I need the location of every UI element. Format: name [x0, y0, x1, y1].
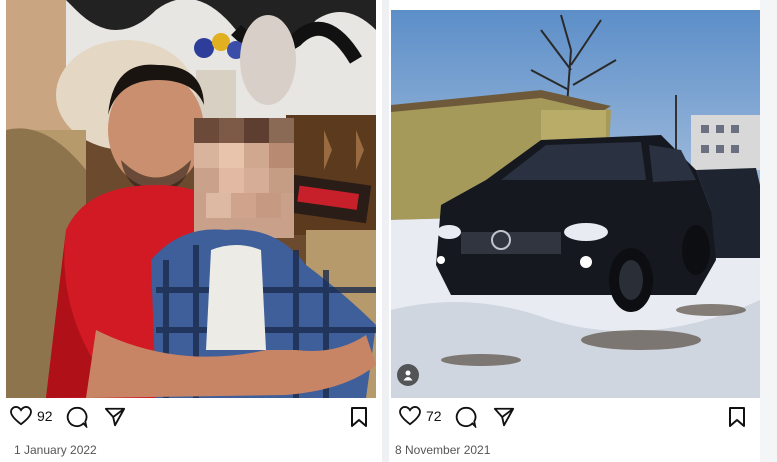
man-with-child-illustration [6, 0, 376, 398]
save-action[interactable] [728, 406, 746, 428]
user-tag-icon [403, 370, 413, 381]
post-card-2: 72 8 November 2021 [389, 0, 760, 462]
save-action[interactable] [350, 406, 368, 428]
user-tag-badge[interactable] [397, 364, 419, 386]
like-count: 72 [426, 408, 442, 424]
like-count: 92 [37, 408, 53, 424]
bookmark-icon[interactable] [350, 406, 368, 428]
post-actions: 72 [399, 406, 746, 436]
send-paper-plane-icon[interactable] [104, 406, 126, 428]
comment-bubble-icon[interactable] [455, 406, 477, 428]
like-action[interactable]: 92 [10, 406, 53, 426]
heart-icon[interactable] [10, 406, 32, 426]
post-gap [382, 0, 389, 462]
post-photo[interactable] [6, 0, 376, 398]
right-edge-strip [760, 0, 777, 462]
like-action[interactable]: 72 [399, 406, 442, 426]
post-date: 1 January 2022 [14, 443, 97, 457]
heart-icon[interactable] [399, 406, 421, 426]
bookmark-icon[interactable] [728, 406, 746, 428]
post-date: 8 November 2021 [395, 443, 491, 457]
comment-bubble-icon[interactable] [66, 406, 88, 428]
comment-action[interactable] [455, 406, 477, 428]
share-action[interactable] [493, 406, 515, 428]
share-action[interactable] [104, 406, 126, 428]
black-suv-snow-illustration [391, 10, 760, 398]
post-actions: 92 [10, 406, 368, 436]
post-photo[interactable] [391, 10, 760, 398]
comment-action[interactable] [66, 406, 88, 428]
post-card-1: 92 1 January 2022 [0, 0, 382, 462]
send-paper-plane-icon[interactable] [493, 406, 515, 428]
